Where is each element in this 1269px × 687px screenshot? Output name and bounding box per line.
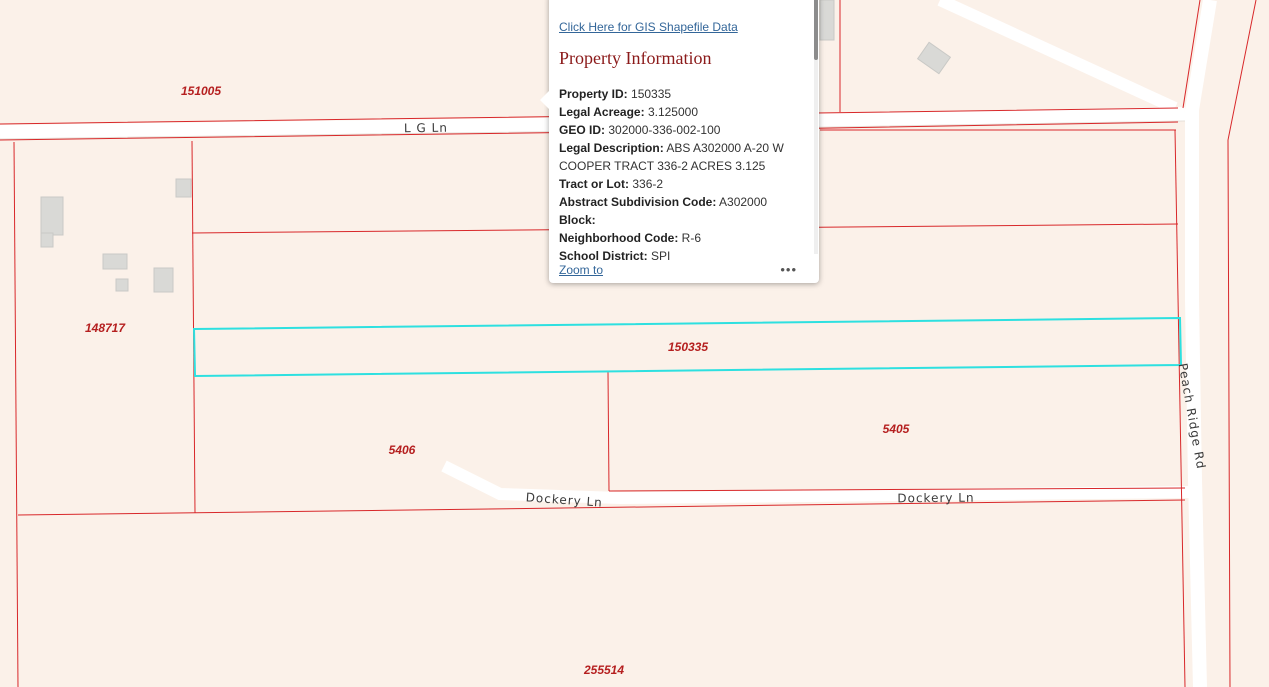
road-label-lg-ln: L G Ln [404, 121, 448, 136]
popup-content[interactable]: Click Here for GIS Shapefile Data Proper… [559, 0, 811, 261]
building [40, 196, 64, 236]
parcel-label-255514: 255514 [583, 663, 624, 677]
building [115, 278, 129, 292]
gis-shapefile-link[interactable]: Click Here for GIS Shapefile Data [559, 20, 811, 34]
field-geo-id: GEO ID: 302000-336-002-100 [559, 123, 721, 137]
building [819, 0, 835, 41]
road-label-dockery-ln: Dockery Ln [897, 491, 974, 506]
field-property-id: Property ID: 150335 [559, 87, 672, 101]
parcel-label-5406: 5406 [389, 443, 416, 457]
field-school-district: School District: SPI [559, 249, 671, 261]
building [102, 253, 128, 270]
parcel-label-150335: 150335 [668, 340, 708, 354]
field-legal-acreage: Legal Acreage: 3.125000 [559, 105, 698, 119]
field-tract-or-lot: Tract or Lot: 336-2 [559, 177, 664, 191]
building [40, 232, 54, 248]
popup-title: Property Information [559, 48, 712, 68]
property-popup: Click Here for GIS Shapefile Data Proper… [540, 0, 819, 283]
popup-scrollbar-thumb[interactable] [814, 0, 818, 60]
building [175, 178, 192, 198]
parcel-label-148717: 148717 [85, 321, 126, 335]
field-neighborhood-code: Neighborhood Code: R-6 [559, 231, 702, 245]
parcel-label-5405: 5405 [883, 422, 910, 436]
field-legal-description: Legal Description: ABS A302000 A-20 W CO… [559, 141, 784, 173]
zoom-to-link[interactable]: Zoom to [559, 263, 603, 277]
property-fields: Property ID: 150335 Legal Acreage: 3.125… [559, 85, 811, 261]
popup-pointer [540, 90, 550, 110]
popup-scrollbar[interactable] [814, 0, 818, 254]
parcel-label-151005: 151005 [181, 84, 221, 98]
building [153, 267, 174, 293]
field-abstract-subdivision-code: Abstract Subdivision Code: A302000 [559, 195, 768, 209]
field-block: Block: [559, 213, 596, 227]
more-horizontal-icon[interactable]: ••• [780, 262, 797, 277]
popup-footer: Zoom to ••• [559, 261, 809, 281]
